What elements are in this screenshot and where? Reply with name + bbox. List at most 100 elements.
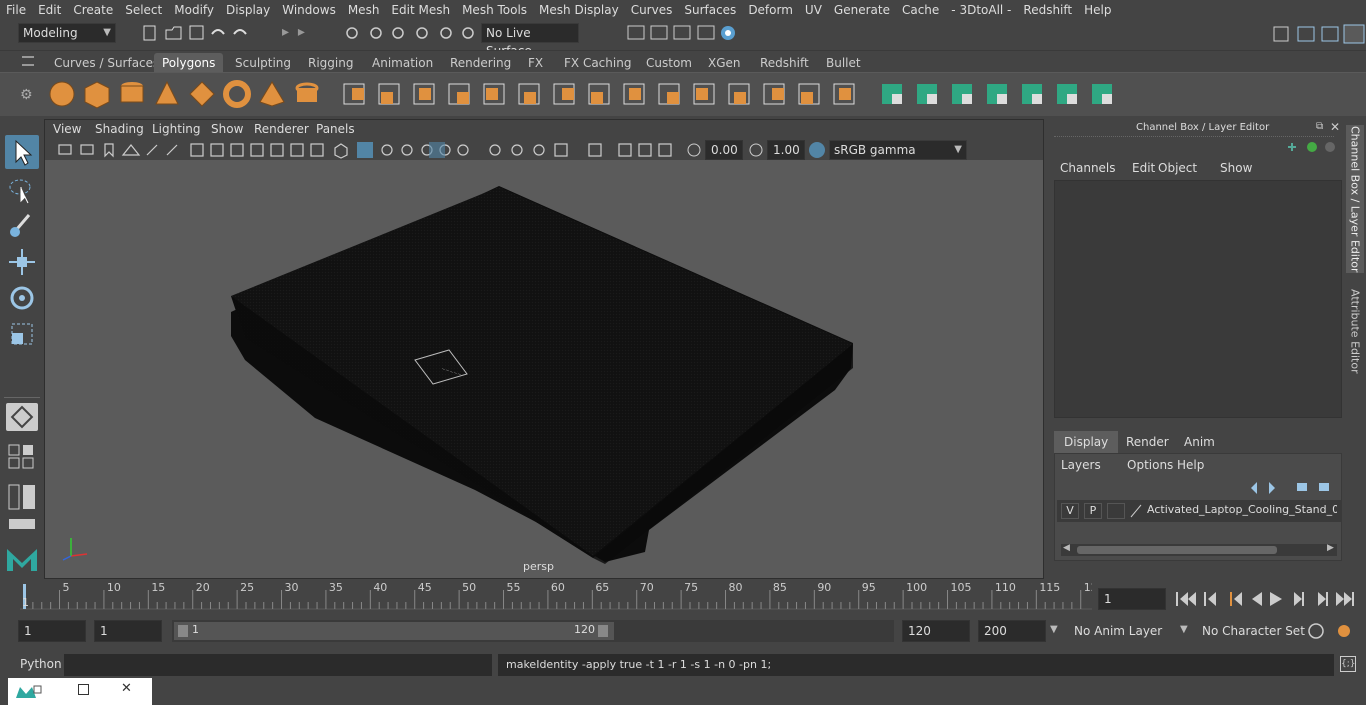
menu-modify[interactable]: Modify — [168, 0, 220, 20]
combine-icon[interactable] — [338, 78, 370, 110]
layout-single-icon[interactable] — [6, 403, 38, 431]
shelf-tab-redshift[interactable]: Redshift — [752, 53, 817, 73]
bevel-icon[interactable] — [513, 78, 545, 110]
workspace-icons[interactable] — [1270, 23, 1366, 45]
menu-select[interactable]: Select — [119, 0, 168, 20]
scrollbar-thumb[interactable] — [1077, 546, 1277, 554]
shelf-tab-polygons[interactable]: Polygons — [154, 53, 224, 73]
channel-menu-show[interactable]: Show — [1220, 161, 1252, 175]
layer-tab-display[interactable]: Display — [1054, 431, 1119, 453]
poly-torus-icon[interactable] — [221, 78, 253, 110]
shelf-tab-rigging[interactable]: Rigging — [300, 53, 361, 73]
auto-map-icon[interactable] — [911, 78, 943, 110]
poly-cylinder-icon[interactable] — [116, 78, 148, 110]
layer-menu-options[interactable]: Options — [1127, 458, 1173, 472]
menu-windows[interactable]: Windows — [276, 0, 342, 20]
layer-name[interactable]: Activated_Laptop_Cooling_Stand_001 — [1147, 503, 1337, 516]
menu-mesh-display[interactable]: Mesh Display — [533, 0, 625, 20]
layer-color-icon[interactable] — [1129, 503, 1143, 519]
target-weld-icon[interactable] — [723, 78, 755, 110]
shelf-tab-xgen[interactable]: XGen — [700, 53, 749, 73]
transfer-icon[interactable] — [1051, 78, 1083, 110]
layer-row[interactable]: V P Activated_Laptop_Cooling_Stand_001 — [1057, 500, 1341, 522]
shelf-tab-bullet[interactable]: Bullet — [818, 53, 869, 73]
window-restore-icon[interactable] — [14, 684, 42, 700]
extract-icon[interactable] — [408, 78, 440, 110]
mode-dropdown[interactable]: Modeling ▼ — [18, 23, 116, 43]
menu-edit-mesh[interactable]: Edit Mesh — [385, 0, 456, 20]
range-end-grip[interactable] — [598, 625, 608, 637]
menu-mesh-tools[interactable]: Mesh Tools — [456, 0, 533, 20]
time-ruler[interactable]: 5 10 15 20 25 30 35 40 45 50 55 60 65 70 75 80 85 90 95 100… — [20, 580, 1092, 610]
tab-channel-box[interactable]: Channel Box / Layer Editor — [1346, 125, 1364, 273]
uv-editor-icon[interactable] — [981, 78, 1013, 110]
rotate-tool[interactable] — [5, 281, 39, 315]
uv-sew-icon[interactable] — [1016, 78, 1048, 110]
close-icon[interactable]: ✕ — [121, 681, 132, 696]
command-input[interactable] — [64, 654, 492, 676]
playback-end-field[interactable]: 120 — [902, 620, 970, 642]
script-editor-icon[interactable]: {;} — [1340, 656, 1356, 672]
playback-start-field[interactable]: 1 — [94, 620, 162, 642]
layout-quad-icon[interactable] — [5, 443, 39, 471]
scene-end-field[interactable]: 200 — [978, 620, 1046, 642]
viewport-menu-lighting[interactable]: Lighting — [152, 122, 201, 136]
range-slider[interactable]: 1 120 — [172, 620, 894, 642]
layer-type-toggle[interactable] — [1107, 503, 1125, 519]
multicut-icon[interactable] — [618, 78, 650, 110]
viewport-menu-show[interactable]: Show — [211, 122, 243, 136]
color-space-dropdown[interactable]: sRGB gamma ▼ — [829, 140, 967, 160]
chevron-down-icon[interactable]: ▼ — [1180, 624, 1188, 635]
menu-curves[interactable]: Curves — [625, 0, 679, 20]
viewport-tool-icons[interactable] — [55, 141, 695, 159]
layer-tab-anim[interactable]: Anim — [1174, 431, 1225, 453]
viewport-menu-shading[interactable]: Shading — [95, 122, 144, 136]
character-set-dropdown[interactable]: No Character Set — [1198, 620, 1305, 642]
layout-split-icon[interactable] — [5, 483, 39, 511]
menu-create[interactable]: Create — [67, 0, 119, 20]
scroll-right-icon[interactable]: ▶ — [1327, 543, 1334, 553]
layout-outliner-icon[interactable] — [5, 517, 39, 531]
perspective-view[interactable]: ~~~~~ persp — [45, 160, 1043, 578]
menu-3dtoall[interactable]: - 3DtoAll - — [945, 0, 1017, 20]
chevron-down-icon[interactable]: ▼ — [1050, 624, 1058, 635]
manip-icons[interactable] — [1284, 139, 1340, 155]
channel-menu-object[interactable]: Object — [1158, 161, 1197, 175]
layer-visibility-toggle[interactable]: V — [1061, 503, 1079, 519]
menu-redshift[interactable]: Redshift — [1017, 0, 1078, 20]
mirror-icon[interactable] — [828, 78, 860, 110]
shelf-menu-icon[interactable] — [22, 56, 34, 66]
move-tool[interactable] — [5, 245, 39, 279]
paint-select-tool[interactable] — [5, 209, 39, 243]
planar-map-icon[interactable] — [876, 78, 908, 110]
close-icon[interactable]: ✕ — [1330, 120, 1340, 134]
menu-cache[interactable]: Cache — [896, 0, 945, 20]
layer-playback-toggle[interactable]: P — [1084, 503, 1102, 519]
layer-menu-layers[interactable]: Layers — [1061, 458, 1101, 472]
layer-action-icons[interactable] — [1245, 478, 1335, 494]
poly-sphere-icon[interactable] — [46, 78, 78, 110]
anim-layer-dropdown[interactable]: No Anim Layer — [1068, 620, 1180, 642]
playback-controls[interactable] — [1172, 588, 1362, 610]
poly-plane-icon[interactable] — [186, 78, 218, 110]
tab-attribute-editor[interactable]: Attribute Editor — [1346, 285, 1364, 377]
channel-menu-edit[interactable]: Edit — [1132, 161, 1155, 175]
extrude-icon[interactable] — [583, 78, 615, 110]
fill-hole-icon[interactable] — [758, 78, 790, 110]
gear-icon[interactable]: ⚙ — [20, 87, 33, 103]
layer-scrollbar[interactable]: ◀ ▶ — [1061, 543, 1337, 556]
menu-deform[interactable]: Deform — [742, 0, 799, 20]
viewport-menu-panels[interactable]: Panels — [316, 122, 355, 136]
bridge-icon[interactable] — [548, 78, 580, 110]
shelf-tab-rendering[interactable]: Rendering — [442, 53, 519, 73]
laptop-cooling-stand-model[interactable]: ~~~~~ — [45, 160, 1043, 578]
anim-pref-icons[interactable] — [1306, 620, 1362, 642]
layer-menu-help[interactable]: Help — [1177, 458, 1204, 472]
range-slider-handle[interactable]: 1 120 — [174, 622, 614, 640]
current-frame-field[interactable]: 1 — [1098, 588, 1166, 610]
range-start-grip[interactable] — [178, 625, 188, 637]
color-management-icon[interactable] — [809, 142, 825, 158]
unfold-icon[interactable] — [1086, 78, 1118, 110]
scale-tool[interactable] — [5, 317, 39, 351]
shelf-tab-fx-caching[interactable]: FX Caching — [556, 53, 639, 73]
